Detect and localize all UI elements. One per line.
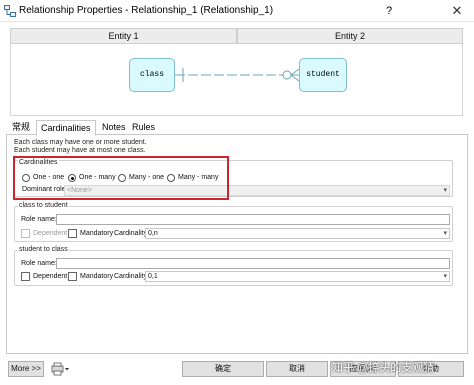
more-button[interactable]: More >>	[8, 361, 44, 377]
chevron-down-icon: ▾	[443, 230, 447, 237]
class-to-student-mandatory-checkbox[interactable]	[68, 229, 77, 238]
relationship-app-icon	[4, 5, 16, 17]
chevron-down-icon: ▾	[443, 187, 447, 194]
class-to-student-cardinality-value: 0,n	[148, 230, 158, 237]
description-line-1: Each class may have one or more student.	[14, 139, 147, 146]
student-to-class-cardinality-select[interactable]: 0,1 ▾	[145, 271, 450, 282]
student-to-class-cardinality-label: Cardinality:	[114, 273, 150, 280]
watermark: 知乎 @捺头的支观猜	[332, 362, 435, 374]
entity1-header: Entity 1	[10, 28, 237, 44]
class-to-student-role-label: Role name:	[21, 216, 57, 223]
student-to-class-dependent-label: Dependent	[33, 273, 68, 280]
help-button[interactable]: ?	[376, 0, 402, 22]
class-to-student-mandatory-label: Mandatory	[80, 230, 114, 237]
class-to-student-dependent-label: Dependent	[33, 230, 68, 237]
student-to-class-role-input[interactable]	[56, 258, 450, 269]
student-to-class-legend: student to class	[18, 246, 69, 253]
tab-general[interactable]: 常规	[8, 120, 34, 135]
window-title: Relationship Properties - Relationship_1…	[19, 5, 274, 16]
class-to-student-cardinality-label: Cardinality:	[114, 230, 150, 237]
print-menu-button[interactable]	[50, 362, 72, 376]
close-button[interactable]: ✕	[444, 0, 470, 22]
student-to-class-role-label: Role name:	[21, 260, 57, 267]
relationship-diagram: class student	[10, 44, 463, 116]
chevron-down-icon: ▾	[443, 273, 447, 280]
student-to-class-cardinality-value: 0,1	[148, 273, 158, 280]
class-to-student-dependent-checkbox[interactable]	[21, 229, 30, 238]
tab-cardinalities[interactable]: Cardinalities	[36, 120, 96, 136]
relationship-link	[175, 68, 300, 82]
student-to-class-mandatory-label: Mandatory	[80, 273, 114, 280]
class-to-student-legend: class to student	[18, 202, 69, 209]
highlight-box	[13, 156, 229, 200]
description-line-2: Each student may have at most one class.	[14, 147, 146, 154]
entity2-header: Entity 2	[237, 28, 463, 44]
tab-rules[interactable]: Rules	[128, 120, 159, 135]
printer-icon	[51, 362, 69, 376]
student-to-class-dependent-checkbox[interactable]	[21, 272, 30, 281]
class-to-student-cardinality-select[interactable]: 0,n ▾	[145, 228, 450, 239]
cancel-button[interactable]: 取消	[266, 361, 328, 377]
title-bar: Relationship Properties - Relationship_1…	[0, 0, 474, 22]
entity-header: Entity 1 Entity 2	[10, 28, 463, 44]
ok-button[interactable]: 确定	[182, 361, 264, 377]
student-to-class-mandatory-checkbox[interactable]	[68, 272, 77, 281]
tab-notes[interactable]: Notes	[98, 120, 130, 135]
class-to-student-role-input[interactable]	[56, 214, 450, 225]
